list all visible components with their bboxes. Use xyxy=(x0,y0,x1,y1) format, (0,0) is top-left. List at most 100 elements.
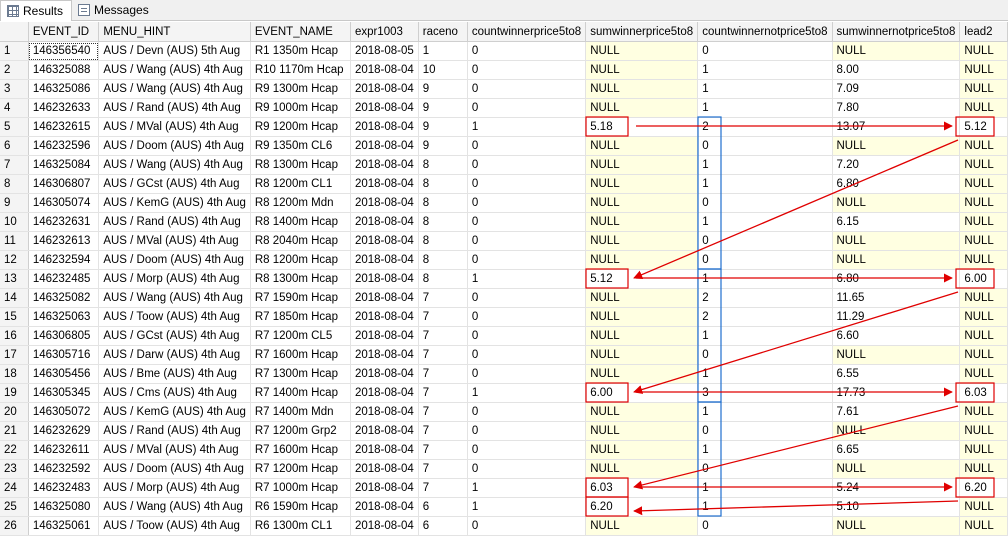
table-cell[interactable]: R7 1000m Hcap xyxy=(250,478,351,498)
table-cell[interactable]: 2 xyxy=(697,307,833,327)
table-cell[interactable]: R8 1300m Hcap xyxy=(250,155,351,175)
table-cell[interactable]: 6.20 xyxy=(585,497,699,517)
table-cell[interactable]: R7 1600m Hcap xyxy=(250,440,351,460)
table-cell[interactable]: 0 xyxy=(467,136,587,156)
table-cell[interactable]: NULL xyxy=(832,136,961,156)
table-cell[interactable]: AUS / Wang (AUS) 4th Aug xyxy=(98,288,251,308)
table-cell[interactable]: 146325063 xyxy=(28,307,100,327)
table-row[interactable]: 23 146232592 AUS / Doom (AUS) 4th Aug R7 12… xyxy=(0,459,1008,479)
table-cell[interactable]: 146325061 xyxy=(28,516,100,536)
table-cell[interactable]: NULL xyxy=(832,231,961,251)
table-cell[interactable]: 6.80 xyxy=(832,174,961,194)
table-cell[interactable]: 9 xyxy=(418,136,468,156)
table-row[interactable]: 13 146232485 AUS / Morp (AUS) 4th Aug R8 13… xyxy=(0,269,1008,289)
table-cell[interactable]: 146305072 xyxy=(28,402,100,422)
table-row[interactable]: 7 146325084 AUS / Wang (AUS) 4th Aug R8 130… xyxy=(0,155,1008,175)
table-cell[interactable]: 1 xyxy=(697,402,833,422)
table-cell[interactable]: 7 xyxy=(418,421,468,441)
table-cell[interactable]: 1 xyxy=(467,497,587,517)
column-header[interactable]: MENU_HINT xyxy=(98,22,251,42)
table-cell[interactable]: NULL xyxy=(585,60,699,80)
table-cell[interactable]: AUS / Wang (AUS) 4th Aug xyxy=(98,155,251,175)
table-cell[interactable]: R7 1200m Hcap xyxy=(250,459,351,479)
table-cell[interactable]: 8 xyxy=(418,174,468,194)
table-cell[interactable]: AUS / Morp (AUS) 4th Aug xyxy=(98,269,251,289)
table-cell[interactable]: NULL xyxy=(832,421,961,441)
table-cell[interactable]: 2 xyxy=(697,117,833,137)
table-cell[interactable]: NULL xyxy=(585,288,699,308)
table-cell[interactable]: AUS / KemG (AUS) 4th Aug xyxy=(98,402,251,422)
table-row[interactable]: 5 146232615 AUS / MVal (AUS) 4th Aug R9 120… xyxy=(0,117,1008,137)
table-cell[interactable]: AUS / Bme (AUS) 4th Aug xyxy=(98,364,251,384)
table-cell[interactable]: NULL xyxy=(959,155,1008,175)
table-cell[interactable]: 9 xyxy=(418,79,468,99)
table-cell[interactable]: NULL xyxy=(832,345,961,365)
table-cell[interactable]: 5.12 xyxy=(959,117,1008,137)
table-cell[interactable]: 6.15 xyxy=(832,212,961,232)
table-cell[interactable]: 146232592 xyxy=(28,459,100,479)
table-cell[interactable]: 146232613 xyxy=(28,231,100,251)
table-cell[interactable]: 7 xyxy=(418,478,468,498)
table-cell[interactable]: 146232631 xyxy=(28,212,100,232)
table-cell[interactable]: 146356540 xyxy=(28,41,100,61)
table-cell[interactable]: 0 xyxy=(467,345,587,365)
table-cell[interactable]: 2018-08-04 xyxy=(350,478,419,498)
tab-messages[interactable]: Messages xyxy=(72,0,164,19)
table-cell[interactable]: R8 1300m Hcap xyxy=(250,269,351,289)
table-cell[interactable]: 1 xyxy=(697,326,833,346)
table-cell[interactable]: 146232629 xyxy=(28,421,100,441)
table-cell[interactable]: 146325088 xyxy=(28,60,100,80)
table-cell[interactable]: 2018-08-04 xyxy=(350,60,419,80)
table-cell[interactable]: 0 xyxy=(467,193,587,213)
table-cell[interactable]: NULL xyxy=(959,326,1008,346)
table-cell[interactable]: 146232594 xyxy=(28,250,100,270)
table-cell[interactable]: R8 2040m Hcap xyxy=(250,231,351,251)
table-cell[interactable]: 2018-08-04 xyxy=(350,345,419,365)
table-cell[interactable]: 1 xyxy=(697,174,833,194)
table-row[interactable]: 25 146325080 AUS / Wang (AUS) 4th Aug R6 15… xyxy=(0,497,1008,517)
table-cell[interactable]: NULL xyxy=(959,364,1008,384)
table-cell[interactable]: 7 xyxy=(418,440,468,460)
table-cell[interactable]: 146325084 xyxy=(28,155,100,175)
table-cell[interactable]: AUS / Wang (AUS) 4th Aug xyxy=(98,60,251,80)
table-cell[interactable]: NULL xyxy=(585,250,699,270)
table-cell[interactable]: AUS / Rand (AUS) 4th Aug xyxy=(98,98,251,118)
table-cell[interactable]: NULL xyxy=(832,193,961,213)
row-number-header[interactable] xyxy=(0,22,29,42)
table-row[interactable]: 9 146305074 AUS / KemG (AUS) 4th Aug R8 120… xyxy=(0,193,1008,213)
column-header[interactable]: countwinnerprice5to8 xyxy=(467,22,587,42)
table-cell[interactable]: NULL xyxy=(959,193,1008,213)
table-row[interactable]: 4 146232633 AUS / Rand (AUS) 4th Aug R9 100… xyxy=(0,98,1008,118)
table-cell[interactable]: AUS / GCst (AUS) 4th Aug xyxy=(98,174,251,194)
column-header[interactable]: expr1003 xyxy=(350,22,419,42)
table-cell[interactable]: 2018-08-04 xyxy=(350,250,419,270)
table-cell[interactable]: 2018-08-04 xyxy=(350,155,419,175)
table-cell[interactable]: NULL xyxy=(585,516,699,536)
table-cell[interactable]: NULL xyxy=(959,421,1008,441)
table-cell[interactable]: 2018-08-04 xyxy=(350,326,419,346)
table-row[interactable]: 15 146325063 AUS / Toow (AUS) 4th Aug R7 18… xyxy=(0,307,1008,327)
table-cell[interactable]: NULL xyxy=(959,440,1008,460)
table-cell[interactable]: R8 1200m CL1 xyxy=(250,174,351,194)
table-cell[interactable]: AUS / Doom (AUS) 4th Aug xyxy=(98,459,251,479)
table-cell[interactable]: 7 xyxy=(418,307,468,327)
table-cell[interactable]: 7.61 xyxy=(832,402,961,422)
table-cell[interactable]: AUS / Wang (AUS) 4th Aug xyxy=(98,79,251,99)
table-cell[interactable]: NULL xyxy=(832,250,961,270)
table-cell[interactable]: 0 xyxy=(697,459,833,479)
table-cell[interactable]: NULL xyxy=(585,79,699,99)
table-cell[interactable]: 5.18 xyxy=(585,117,699,137)
table-cell[interactable]: 146232633 xyxy=(28,98,100,118)
table-cell[interactable]: 7 xyxy=(418,326,468,346)
column-header[interactable]: sumwinnerprice5to8 xyxy=(585,22,699,42)
table-cell[interactable]: AUS / GCst (AUS) 4th Aug xyxy=(98,326,251,346)
table-row[interactable]: 19 146305345 AUS / Cms (AUS) 4th Aug R7 140… xyxy=(0,383,1008,403)
table-cell[interactable]: 146325080 xyxy=(28,497,100,517)
table-cell[interactable]: 0 xyxy=(467,516,587,536)
table-cell[interactable]: 2018-08-04 xyxy=(350,174,419,194)
table-cell[interactable]: 0 xyxy=(467,288,587,308)
table-cell[interactable]: 3 xyxy=(697,383,833,403)
table-cell[interactable]: R6 1300m CL1 xyxy=(250,516,351,536)
table-cell[interactable]: NULL xyxy=(585,459,699,479)
table-cell[interactable]: NULL xyxy=(959,79,1008,99)
